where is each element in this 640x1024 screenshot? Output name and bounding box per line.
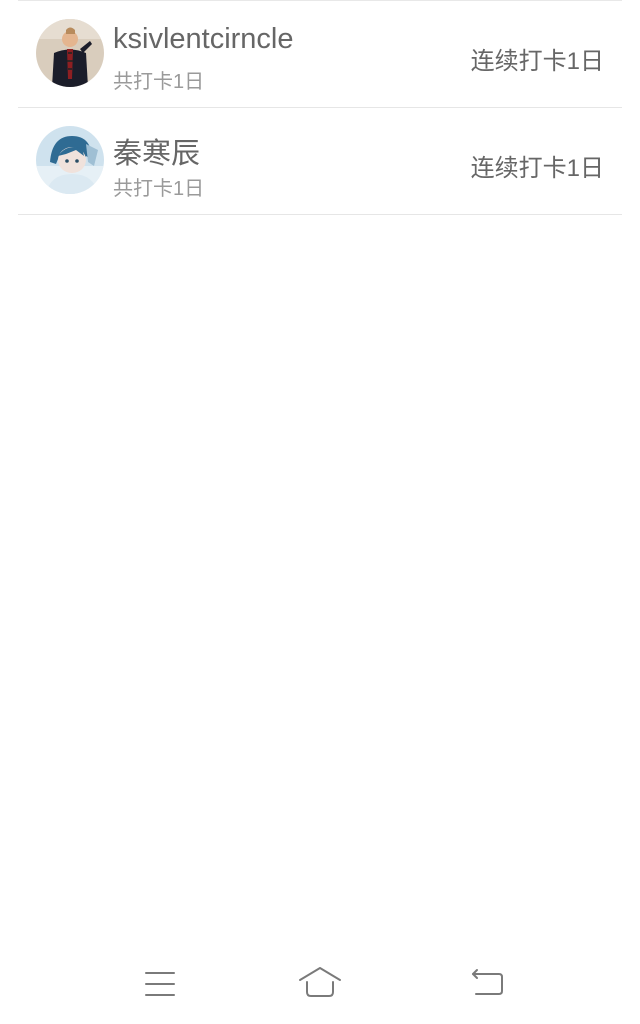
list-item[interactable]: ksivlentcirncle 共打卡1日 连续打卡1日 <box>18 1 622 108</box>
streak-checkins: 连续打卡1日 <box>470 48 604 75</box>
home-button[interactable] <box>298 962 342 1006</box>
total-checkins: 共打卡1日 <box>113 178 205 200</box>
total-checkins: 共打卡1日 <box>113 71 205 93</box>
streak-checkins: 连续打卡1日 <box>470 155 604 182</box>
menu-button[interactable] <box>138 962 182 1006</box>
home-icon <box>299 967 341 997</box>
user-name: ksivlentcirncle <box>113 23 294 55</box>
user-name: 秦寒辰 <box>113 138 201 170</box>
list-item[interactable]: 秦寒辰 共打卡1日 连续打卡1日 <box>18 108 622 215</box>
back-button[interactable] <box>466 962 510 1006</box>
menu-icon <box>145 972 175 996</box>
avatar[interactable] <box>36 19 104 87</box>
back-icon <box>472 969 503 995</box>
system-nav-bar <box>0 944 640 1024</box>
avatar[interactable] <box>36 126 104 194</box>
checkin-list: ksivlentcirncle 共打卡1日 连续打卡1日 秦寒辰 共打卡1日 连… <box>18 1 622 215</box>
